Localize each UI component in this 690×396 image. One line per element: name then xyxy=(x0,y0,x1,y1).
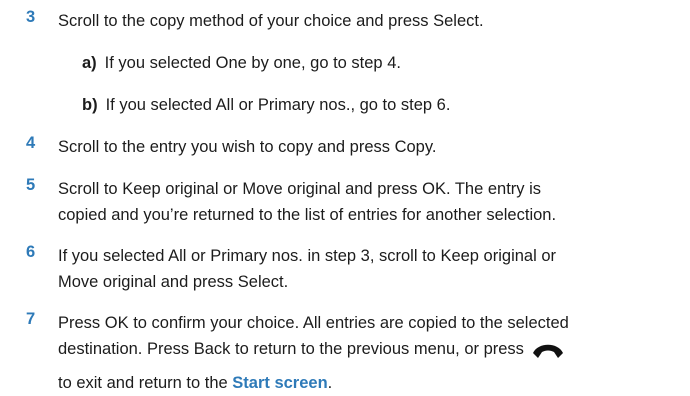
key-ok: OK xyxy=(104,314,129,332)
text-line: to exit and return to the Start screen. xyxy=(58,370,660,396)
option-all: All xyxy=(215,96,234,114)
text-run: , go to step 6. xyxy=(350,96,451,114)
text-line: If you selected All or Primary nos. in s… xyxy=(58,243,660,269)
text-run: and press xyxy=(340,180,423,198)
text-run: . xyxy=(478,12,484,30)
text-run: Press xyxy=(58,314,105,332)
text-run: to exit and return to the xyxy=(58,374,233,392)
option-keep-original: Keep original xyxy=(122,180,219,198)
text-run: or xyxy=(218,180,243,198)
key-ok: OK xyxy=(422,180,446,198)
option-primary-nos: Primary nos. xyxy=(210,247,303,265)
text-run: or xyxy=(536,247,557,265)
text-run: , go to step 4. xyxy=(300,54,401,72)
text-run: Scroll to xyxy=(58,180,123,198)
text-run: If you selected xyxy=(104,54,216,72)
option-one-by-one: One by one xyxy=(215,54,301,72)
text-run: copied and you’re returned to the list o… xyxy=(58,206,557,224)
start-screen-link: Start screen xyxy=(232,374,328,392)
text-line: Press OK to confirm your choice. All ent… xyxy=(58,310,660,336)
text-run: . xyxy=(431,138,437,156)
text-run: Scroll to the copy method of your choice… xyxy=(58,12,434,30)
step-number: 5 xyxy=(26,176,36,194)
option-move-original: Move original xyxy=(58,273,157,291)
substep-label: b) xyxy=(82,96,98,114)
text-run: . xyxy=(327,374,333,392)
option-move-original: Move original xyxy=(242,180,341,198)
text-run: in step 3, scroll to xyxy=(302,247,441,265)
option-all: All xyxy=(168,247,187,265)
end-call-handset-icon xyxy=(530,338,566,370)
text-line: Move original and press Select. xyxy=(58,269,660,295)
text-line: Scroll to Keep original or Move original… xyxy=(58,176,660,202)
text-run: . xyxy=(283,273,289,291)
text-run: If you selected xyxy=(58,247,169,265)
text-run: to confirm your choice. All entries are … xyxy=(128,314,569,332)
text-run: . The entry is xyxy=(445,180,542,198)
text-run: or xyxy=(186,247,211,265)
text-run: or xyxy=(234,96,258,114)
text-line: copied and you’re returned to the list o… xyxy=(58,202,660,228)
step-number: 6 xyxy=(26,243,36,261)
text-run: to return to the previous menu, or press xyxy=(230,340,524,358)
text-run: Scroll to the entry you wish to copy and… xyxy=(58,138,395,156)
key-back: Back xyxy=(193,340,231,358)
text-line: destination. Press Back to return to the… xyxy=(58,336,660,370)
step-number: 4 xyxy=(26,134,36,152)
substep-label: a) xyxy=(82,54,97,72)
text-run: and press xyxy=(156,273,238,291)
step-number: 3 xyxy=(26,8,36,26)
option-keep-original: Keep original xyxy=(440,247,537,265)
key-copy: Copy xyxy=(394,138,432,156)
option-primary-nos: Primary nos. xyxy=(257,96,351,114)
key-select: Select xyxy=(433,12,479,30)
text-run: If you selected xyxy=(105,96,216,114)
step-text: Scroll to the copy method of your choice… xyxy=(58,8,660,34)
step-number: 7 xyxy=(26,310,36,328)
text-run: destination. Press xyxy=(58,340,194,358)
key-select: Select xyxy=(237,273,284,291)
